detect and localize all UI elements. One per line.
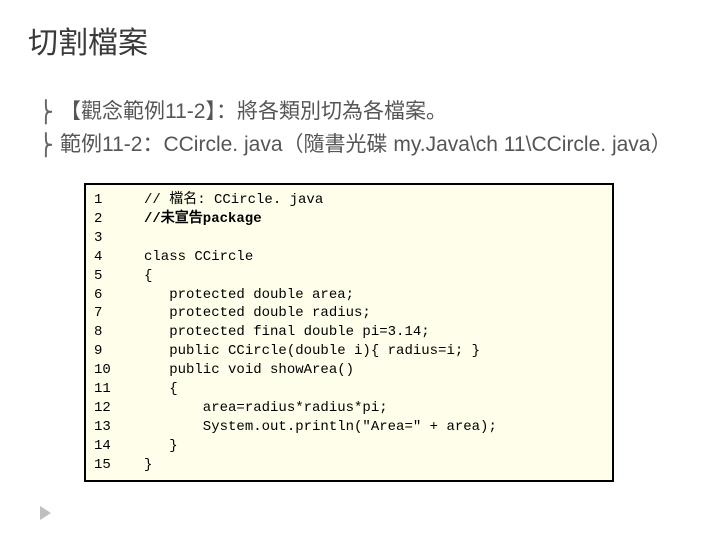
code-text: }: [144, 437, 604, 456]
code-line: 13 System.out.println("Area=" + area);: [94, 418, 604, 437]
code-line: 14 }: [94, 437, 604, 456]
code-line: 12 area=radius*radius*pi;: [94, 399, 604, 418]
code-text: }: [144, 456, 604, 475]
code-text: protected final double pi=3.14;: [144, 323, 604, 342]
code-line: 3: [94, 229, 604, 248]
page-title: 切割檔案: [28, 18, 696, 62]
bullet-item: ⎬ 【觀念範例11-2】：將各類別切為各檔案。: [38, 96, 696, 129]
line-number: 4: [94, 248, 144, 267]
code-text: public CCircle(double i){ radius=i; }: [144, 342, 604, 361]
line-number: 9: [94, 342, 144, 361]
bullet-icon: ⎬: [38, 96, 60, 129]
corner-arrow-icon: [40, 506, 51, 520]
code-text: [144, 229, 604, 248]
code-line: 4class CCircle: [94, 248, 604, 267]
bullet-text: 【觀念範例11-2】：將各類別切為各檔案。: [60, 96, 696, 129]
code-line: 7 protected double radius;: [94, 304, 604, 323]
code-text: public void showArea(): [144, 361, 604, 380]
line-number: 1: [94, 191, 144, 210]
line-number: 3: [94, 229, 144, 248]
bullet-text: 範例11-2：CCircle. java（隨書光碟 my.Java\ch 11\…: [60, 129, 696, 162]
code-line: 6 protected double area;: [94, 286, 604, 305]
code-line: 8 protected final double pi=3.14;: [94, 323, 604, 342]
code-text: // 檔名: CCircle. java: [144, 191, 604, 210]
code-text: {: [144, 267, 604, 286]
code-text: System.out.println("Area=" + area);: [144, 418, 604, 437]
code-text: class CCircle: [144, 248, 604, 267]
line-number: 15: [94, 456, 144, 475]
line-number: 11: [94, 380, 144, 399]
line-number: 10: [94, 361, 144, 380]
code-block: 1// 檔名: CCircle. java2//未宣告package34clas…: [84, 183, 614, 482]
code-line: 1// 檔名: CCircle. java: [94, 191, 604, 210]
line-number: 14: [94, 437, 144, 456]
code-text: {: [144, 380, 604, 399]
bullet-item: ⎬ 範例11-2：CCircle. java（隨書光碟 my.Java\ch 1…: [38, 129, 696, 162]
code-text: protected double radius;: [144, 304, 604, 323]
line-number: 12: [94, 399, 144, 418]
line-number: 2: [94, 210, 144, 229]
code-line: 15}: [94, 456, 604, 475]
code-line: 2//未宣告package: [94, 210, 604, 229]
line-number: 7: [94, 304, 144, 323]
code-text: protected double area;: [144, 286, 604, 305]
bullet-icon: ⎬: [38, 129, 60, 162]
code-text: area=radius*radius*pi;: [144, 399, 604, 418]
line-number: 8: [94, 323, 144, 342]
code-line: 11 {: [94, 380, 604, 399]
line-number: 5: [94, 267, 144, 286]
line-number: 6: [94, 286, 144, 305]
code-line: 9 public CCircle(double i){ radius=i; }: [94, 342, 604, 361]
code-line: 5{: [94, 267, 604, 286]
bullet-list: ⎬ 【觀念範例11-2】：將各類別切為各檔案。 ⎬ 範例11-2：CCircle…: [38, 96, 696, 161]
line-number: 13: [94, 418, 144, 437]
code-text: //未宣告package: [144, 210, 604, 229]
code-line: 10 public void showArea(): [94, 361, 604, 380]
